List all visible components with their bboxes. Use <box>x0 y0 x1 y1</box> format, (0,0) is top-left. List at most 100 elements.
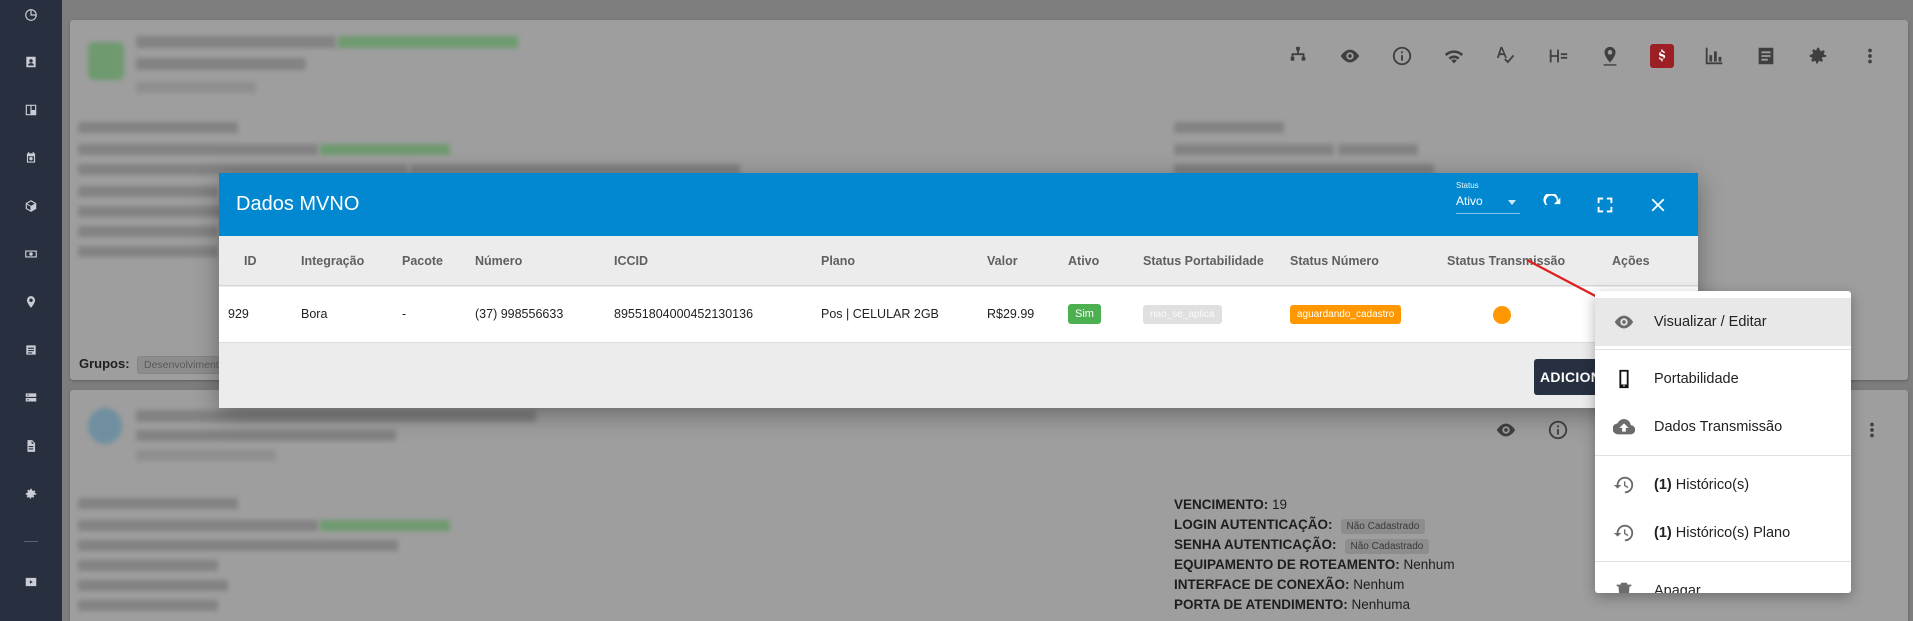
col-integracao[interactable]: Integração <box>301 254 364 268</box>
eye-icon[interactable] <box>1480 415 1532 445</box>
senha-line: SENHA AUTENTICAÇÃO: Não Cadastrado <box>1174 537 1430 554</box>
contract2-actions-toolbar <box>1480 415 1584 445</box>
col-status-portabilidade[interactable]: Status Portabilidade <box>1143 254 1264 268</box>
porta-label: PORTA DE ATENDIMENTO: <box>1174 597 1348 612</box>
cell-id: 929 <box>228 307 249 321</box>
money-icon-bg <box>1650 44 1674 68</box>
blurred-text <box>78 246 218 257</box>
cell-numero: (37) 998556633 <box>475 307 564 321</box>
interface-line: INTERFACE DE CONEXÃO: Nenhum <box>1174 577 1404 592</box>
blurred-text <box>136 36 336 48</box>
blurred-text <box>78 144 318 155</box>
actions-menu: Visualizar / Editar Portabilidade Dados … <box>1595 291 1851 593</box>
chevron-down-icon <box>1508 200 1516 205</box>
status-select[interactable]: Ativo <box>1456 194 1520 214</box>
info-icon[interactable] <box>1376 41 1428 71</box>
blurred-text <box>136 410 536 422</box>
history-count: (1) <box>1654 477 1672 493</box>
sitemap-icon[interactable] <box>1272 41 1324 71</box>
history-icon <box>1612 473 1636 497</box>
left-nav-rail <box>0 0 62 621</box>
eye-icon[interactable] <box>1324 41 1376 71</box>
settings-icon[interactable] <box>22 485 40 503</box>
calendar-clock-icon[interactable] <box>22 149 40 167</box>
menu-divider <box>1595 561 1851 562</box>
interface-value: Nenhum <box>1353 577 1405 592</box>
status-transmissao-indicator <box>1493 306 1511 324</box>
more-vert-icon[interactable] <box>1844 41 1896 71</box>
document-icon[interactable] <box>22 437 40 455</box>
login-badge: Não Cadastrado <box>1340 519 1426 534</box>
heading-equal-icon[interactable] <box>1532 41 1584 71</box>
table-header: ID Integração Pacote Número ICCID Plano … <box>219 236 1698 286</box>
map-marker-icon[interactable] <box>1584 41 1636 71</box>
vencimento-value: 19 <box>1272 497 1288 512</box>
col-ativo[interactable]: Ativo <box>1068 254 1099 268</box>
more-vert-icon[interactable] <box>1846 415 1898 445</box>
cash-icon[interactable] <box>22 245 40 263</box>
interface-label: INTERFACE DE CONEXÃO: <box>1174 577 1350 592</box>
blurred-text <box>320 520 450 531</box>
cell-pacote: - <box>402 307 407 321</box>
info-icon[interactable] <box>1532 415 1584 445</box>
col-acoes: Ações <box>1612 254 1650 268</box>
menu-item-dados-transmissao[interactable]: Dados Transmissão <box>1595 403 1851 451</box>
server-icon[interactable] <box>22 389 40 407</box>
menu-item-label: Portabilidade <box>1654 371 1739 387</box>
vencimento-label: VENCIMENTO: <box>1174 497 1269 512</box>
groups-label: Grupos: <box>79 356 130 371</box>
status-numero-badge: aguardando_cadastro <box>1290 305 1402 324</box>
list-icon[interactable] <box>22 341 40 359</box>
refresh-button[interactable] <box>1538 190 1568 220</box>
close-icon <box>1651 198 1665 212</box>
menu-item-portabilidade[interactable]: Portabilidade <box>1595 355 1851 403</box>
col-plano[interactable]: Plano <box>821 254 855 268</box>
spellcheck-icon[interactable] <box>1480 41 1532 71</box>
login-label: LOGIN AUTENTICAÇÃO: <box>1174 517 1333 532</box>
menu-item-visualizar-editar[interactable]: Visualizar / Editar <box>1595 298 1851 346</box>
map-pin-icon[interactable] <box>22 293 40 311</box>
history-plano-count: (1) <box>1654 525 1672 541</box>
add-button[interactable]: ADICION <box>1534 359 1604 395</box>
bar-chart-icon[interactable] <box>1688 41 1740 71</box>
menu-item-apagar[interactable]: Apagar <box>1595 567 1851 593</box>
login-line: LOGIN AUTENTICAÇÃO: Não Cadastrado <box>1174 517 1426 534</box>
menu-item-historicos-plano[interactable]: (1) Histórico(s) Plano <box>1595 509 1851 557</box>
history-icon <box>1612 521 1636 545</box>
blurred-text <box>136 58 306 70</box>
package-icon[interactable] <box>22 197 40 215</box>
blurred-text <box>78 580 228 591</box>
close-button[interactable] <box>1643 190 1673 220</box>
board-icon[interactable] <box>22 101 40 119</box>
money-icon[interactable] <box>1636 41 1688 71</box>
table-row[interactable]: 929 Bora - (37) 998556633 89551804000452… <box>219 287 1698 343</box>
status-caption: Status <box>1456 181 1479 190</box>
eye-icon <box>1612 310 1636 334</box>
col-status-numero[interactable]: Status Número <box>1290 254 1379 268</box>
blurred-text <box>78 206 228 217</box>
porta-value: Nenhuma <box>1351 597 1411 612</box>
blurred-text <box>78 186 218 197</box>
history-label: Histórico(s) <box>1671 477 1750 493</box>
col-pacote[interactable]: Pacote <box>402 254 443 268</box>
wifi-icon[interactable] <box>1428 41 1480 71</box>
article-icon[interactable] <box>1740 41 1792 71</box>
fullscreen-button[interactable] <box>1590 190 1620 220</box>
phone-icon <box>1612 367 1636 391</box>
blurred-text <box>78 560 218 571</box>
col-iccid[interactable]: ICCID <box>614 254 648 268</box>
col-id[interactable]: ID <box>244 254 257 268</box>
blurred-text <box>78 226 218 237</box>
fullscreen-icon <box>1597 197 1613 213</box>
rail-divider <box>24 541 38 542</box>
video-icon[interactable] <box>22 573 40 591</box>
group-tag[interactable]: Desenvolviment <box>137 356 226 374</box>
col-valor[interactable]: Valor <box>987 254 1018 268</box>
dashboard-icon[interactable] <box>22 6 40 24</box>
contract-avatar <box>88 42 124 80</box>
cell-iccid: 89551804000452130136 <box>614 307 754 321</box>
contacts-icon[interactable] <box>22 53 40 71</box>
col-numero[interactable]: Número <box>475 254 522 268</box>
menu-item-historicos[interactable]: (1) Histórico(s) <box>1595 461 1851 509</box>
gear-icon[interactable] <box>1792 41 1844 71</box>
